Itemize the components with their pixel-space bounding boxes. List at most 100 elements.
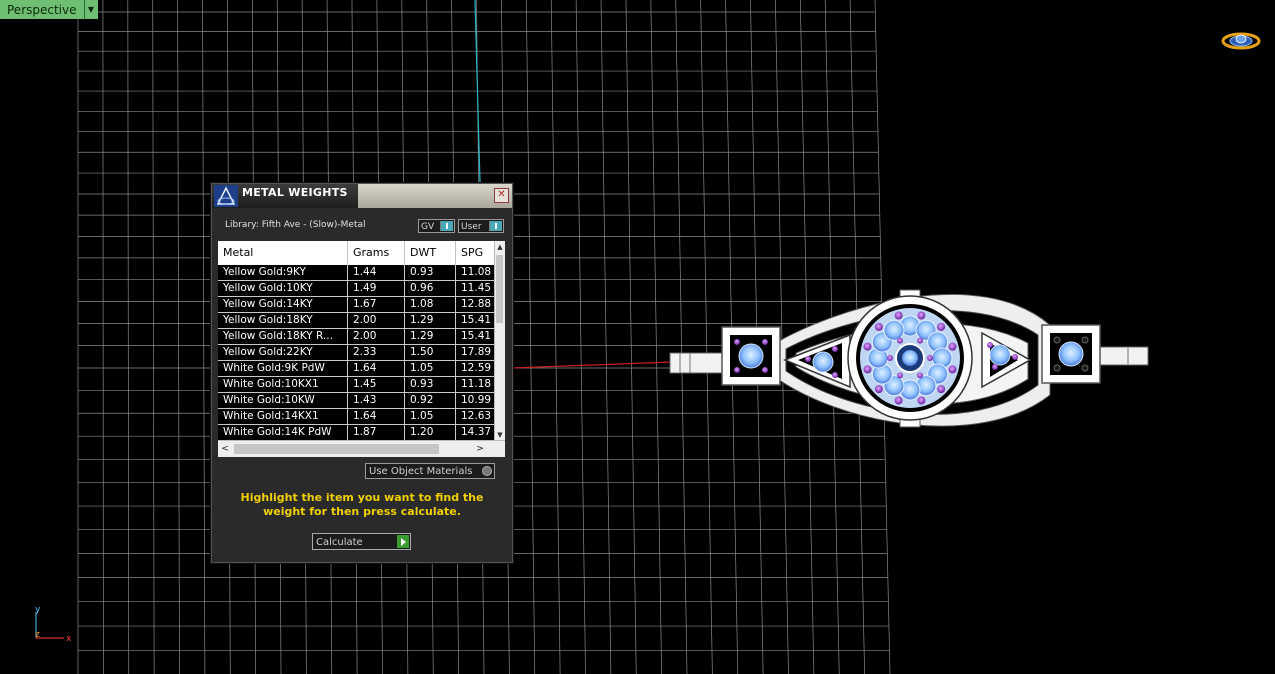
table-body: Yellow Gold:9KY 1.44 0.93 11.08 Yellow Gold… xyxy=(218,265,495,441)
table-row[interactable]: Yellow Gold:14KY 1.67 1.08 12.88 xyxy=(218,297,495,313)
axis-x-label: x xyxy=(66,634,72,644)
blue-stone xyxy=(883,319,905,341)
calculate-button[interactable]: Calculate xyxy=(312,533,411,550)
grid-line-vertical xyxy=(575,0,586,674)
cell-metal: Yellow Gold:14KY xyxy=(218,297,348,312)
purple-accent-stone xyxy=(874,385,883,394)
cell-metal: White Gold:14K PdW xyxy=(218,425,348,440)
dialog-title-area: METAL WEIGHTS xyxy=(212,184,358,208)
library-label: Library: Fifth Ave - (Slow)-Metal xyxy=(225,220,366,230)
cell-spg: 17.89 xyxy=(456,345,495,360)
cell-dwt: 0.92 xyxy=(405,393,456,408)
grid-line-vertical xyxy=(177,0,180,674)
triangle-down-icon[interactable]: ▼ xyxy=(84,0,98,19)
app-logo-icon xyxy=(214,185,238,207)
square-setting-right xyxy=(1041,324,1101,384)
purple-inner-stone xyxy=(917,372,923,379)
cell-spg: 11.45 xyxy=(456,281,495,296)
cell-spg: 10.99 xyxy=(456,393,495,408)
vertical-scroll-thumb[interactable] xyxy=(496,255,503,323)
cell-grams: 1.87 xyxy=(348,425,405,440)
table-row[interactable]: White Gold:10KX1 1.45 0.93 11.18 xyxy=(218,377,495,393)
grid-line-vertical xyxy=(202,0,206,674)
cell-metal: Yellow Gold:22KY xyxy=(218,345,348,360)
cell-spg: 12.88 xyxy=(456,297,495,312)
purple-accent-stone xyxy=(917,396,926,405)
table-row[interactable]: Yellow Gold:10KY 1.49 0.96 11.45 xyxy=(218,281,495,297)
table-row[interactable]: White Gold:14KX1 1.64 1.05 12.63 xyxy=(218,409,495,425)
purple-accent-stone xyxy=(863,365,872,374)
purple-inner-stone xyxy=(897,372,903,379)
cell-grams: 1.64 xyxy=(348,361,405,376)
scroll-up-icon[interactable]: ▲ xyxy=(495,241,505,253)
ring-shank-left xyxy=(669,352,729,374)
cell-spg: 11.18 xyxy=(456,377,495,392)
ring-shank-right xyxy=(1099,346,1149,366)
horizontal-scroll-thumb[interactable] xyxy=(234,444,439,454)
cell-grams: 1.44 xyxy=(348,265,405,280)
purple-accent-stone xyxy=(894,311,903,320)
header-spg[interactable]: SPG xyxy=(456,241,495,265)
radio-icon[interactable] xyxy=(482,466,492,476)
table-row[interactable]: Yellow Gold:18KY 2.00 1.29 15.41 xyxy=(218,313,495,329)
header-grams[interactable]: Grams xyxy=(348,241,405,265)
close-icon[interactable]: ✕ xyxy=(494,188,509,203)
cell-grams: 2.00 xyxy=(348,329,405,344)
cell-metal: Yellow Gold:18KY xyxy=(218,313,348,328)
cell-metal: White Gold:9K PdW xyxy=(218,361,348,376)
play-arrow-icon xyxy=(397,535,409,548)
ring-model[interactable] xyxy=(660,275,1160,455)
purple-inner-stone xyxy=(887,355,893,361)
table-row[interactable]: Yellow Gold:9KY 1.44 0.93 11.08 xyxy=(218,265,495,281)
purple-accent-stone xyxy=(917,311,926,320)
gv-toggle[interactable]: GV xyxy=(418,219,455,233)
dialog-title: METAL WEIGHTS xyxy=(242,186,348,199)
scroll-right-icon[interactable]: > xyxy=(473,441,487,457)
cell-spg: 15.41 xyxy=(456,313,495,328)
ring-navigation-icon[interactable] xyxy=(1220,30,1262,52)
cell-grams: 2.33 xyxy=(348,345,405,360)
header-metal[interactable]: Metal xyxy=(218,241,348,265)
cell-dwt: 1.20 xyxy=(405,425,456,440)
purple-accent-stone xyxy=(948,342,957,351)
grid-line-vertical xyxy=(152,0,155,674)
cell-dwt: 0.93 xyxy=(405,377,456,392)
cell-metal: Yellow Gold:10KY xyxy=(218,281,348,296)
gv-toggle-label: GV xyxy=(421,222,435,232)
y-axis-line xyxy=(474,0,481,184)
calculate-label: Calculate xyxy=(316,537,363,548)
table-row[interactable]: Yellow Gold:18KY R... 2.00 1.29 15.41 xyxy=(218,329,495,345)
cell-metal: Yellow Gold:18KY R... xyxy=(218,329,348,344)
cell-spg: 15.41 xyxy=(456,329,495,344)
cell-grams: 1.43 xyxy=(348,393,405,408)
table-row[interactable]: Yellow Gold:22KY 2.33 1.50 17.89 xyxy=(218,345,495,361)
metal-weights-dialog[interactable]: METAL WEIGHTS ✕ Library: Fifth Ave - (Sl… xyxy=(211,183,513,563)
cell-dwt: 1.05 xyxy=(405,409,456,424)
table-row[interactable]: White Gold:9K PdW 1.64 1.05 12.59 xyxy=(218,361,495,377)
cell-grams: 1.67 xyxy=(348,297,405,312)
cell-grams: 2.00 xyxy=(348,313,405,328)
header-dwt[interactable]: DWT xyxy=(405,241,456,265)
cell-dwt: 1.29 xyxy=(405,329,456,344)
table-row[interactable]: White Gold:10KW 1.43 0.92 10.99 xyxy=(218,393,495,409)
use-object-materials-toggle[interactable]: Use Object Materials xyxy=(365,463,495,479)
purple-accent-stone xyxy=(874,322,883,331)
metal-table[interactable]: Metal Grams DWT SPG Yellow Gold:9KY 1.44 0… xyxy=(218,241,505,457)
cell-dwt: 1.05 xyxy=(405,361,456,376)
viewport-perspective-menu[interactable]: Perspective ▼ xyxy=(0,0,98,19)
grid-line-vertical xyxy=(525,0,536,674)
table-horizontal-scrollbar[interactable]: < > xyxy=(218,440,505,457)
table-vertical-scrollbar[interactable]: ▲ ▼ xyxy=(494,241,505,441)
toggle-knob-icon xyxy=(489,221,502,231)
scroll-left-icon[interactable]: < xyxy=(218,441,232,457)
instruction-text: Highlight the item you want to find the … xyxy=(240,491,484,518)
dialog-titlebar[interactable]: METAL WEIGHTS ✕ xyxy=(212,184,512,208)
user-toggle-label: User xyxy=(461,222,482,232)
cell-dwt: 1.08 xyxy=(405,297,456,312)
table-row[interactable]: White Gold:14K PdW 1.87 1.20 14.37 xyxy=(218,425,495,441)
cell-dwt: 0.96 xyxy=(405,281,456,296)
square-setting-left xyxy=(721,326,781,386)
viewport-label[interactable]: Perspective xyxy=(0,0,85,19)
user-toggle[interactable]: User xyxy=(458,219,504,233)
axis-z-label: z xyxy=(35,630,40,640)
